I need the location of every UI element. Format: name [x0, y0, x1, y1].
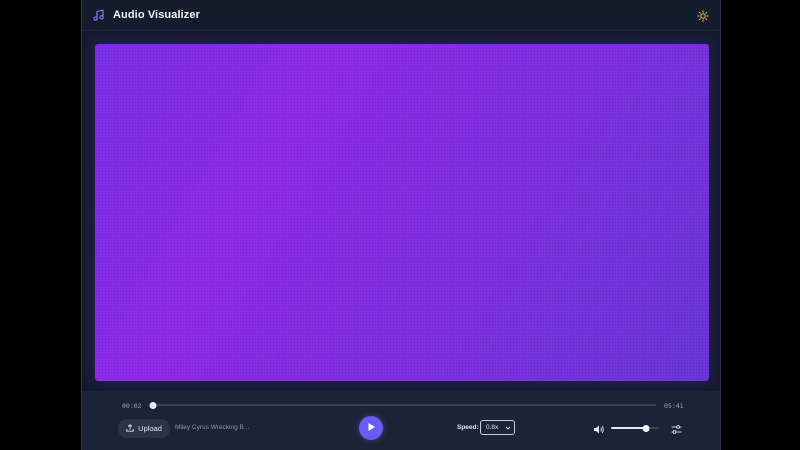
current-time: 00:02 — [122, 402, 142, 410]
upload-button[interactable]: Upload — [118, 419, 170, 438]
app-title: Audio Visualizer — [113, 9, 200, 21]
app-window: Audio Visualizer 00:02 05:41 Upload Mile… — [81, 0, 721, 450]
speed-value: 0.8x — [486, 424, 499, 431]
play-button[interactable] — [359, 416, 383, 440]
upload-label: Upload — [138, 424, 162, 433]
music-note-icon — [92, 8, 106, 22]
sun-icon[interactable] — [696, 9, 710, 23]
progress-bar[interactable] — [149, 401, 656, 409]
upload-icon — [126, 423, 134, 434]
volume-fill — [611, 427, 646, 429]
visualizer-canvas[interactable] — [95, 44, 709, 381]
speed-label: Speed: — [457, 424, 479, 431]
chevron-down-icon — [505, 425, 511, 433]
app-header: Audio Visualizer — [82, 0, 720, 31]
total-time: 05:41 — [664, 402, 684, 410]
volume-slider[interactable] — [611, 424, 659, 432]
visualizer-area — [82, 31, 720, 391]
speed-select[interactable]: 0.8x — [480, 420, 515, 435]
track-name: Miley Cyrus Wrecking B... — [175, 424, 250, 431]
sliders-icon[interactable] — [671, 422, 682, 434]
volume-thumb[interactable] — [642, 424, 650, 432]
player-controls: 00:02 05:41 Upload Miley Cyrus Wrecking … — [82, 391, 720, 450]
progress-thumb[interactable] — [149, 401, 157, 409]
play-icon — [366, 419, 376, 437]
volume-icon[interactable] — [593, 422, 605, 434]
